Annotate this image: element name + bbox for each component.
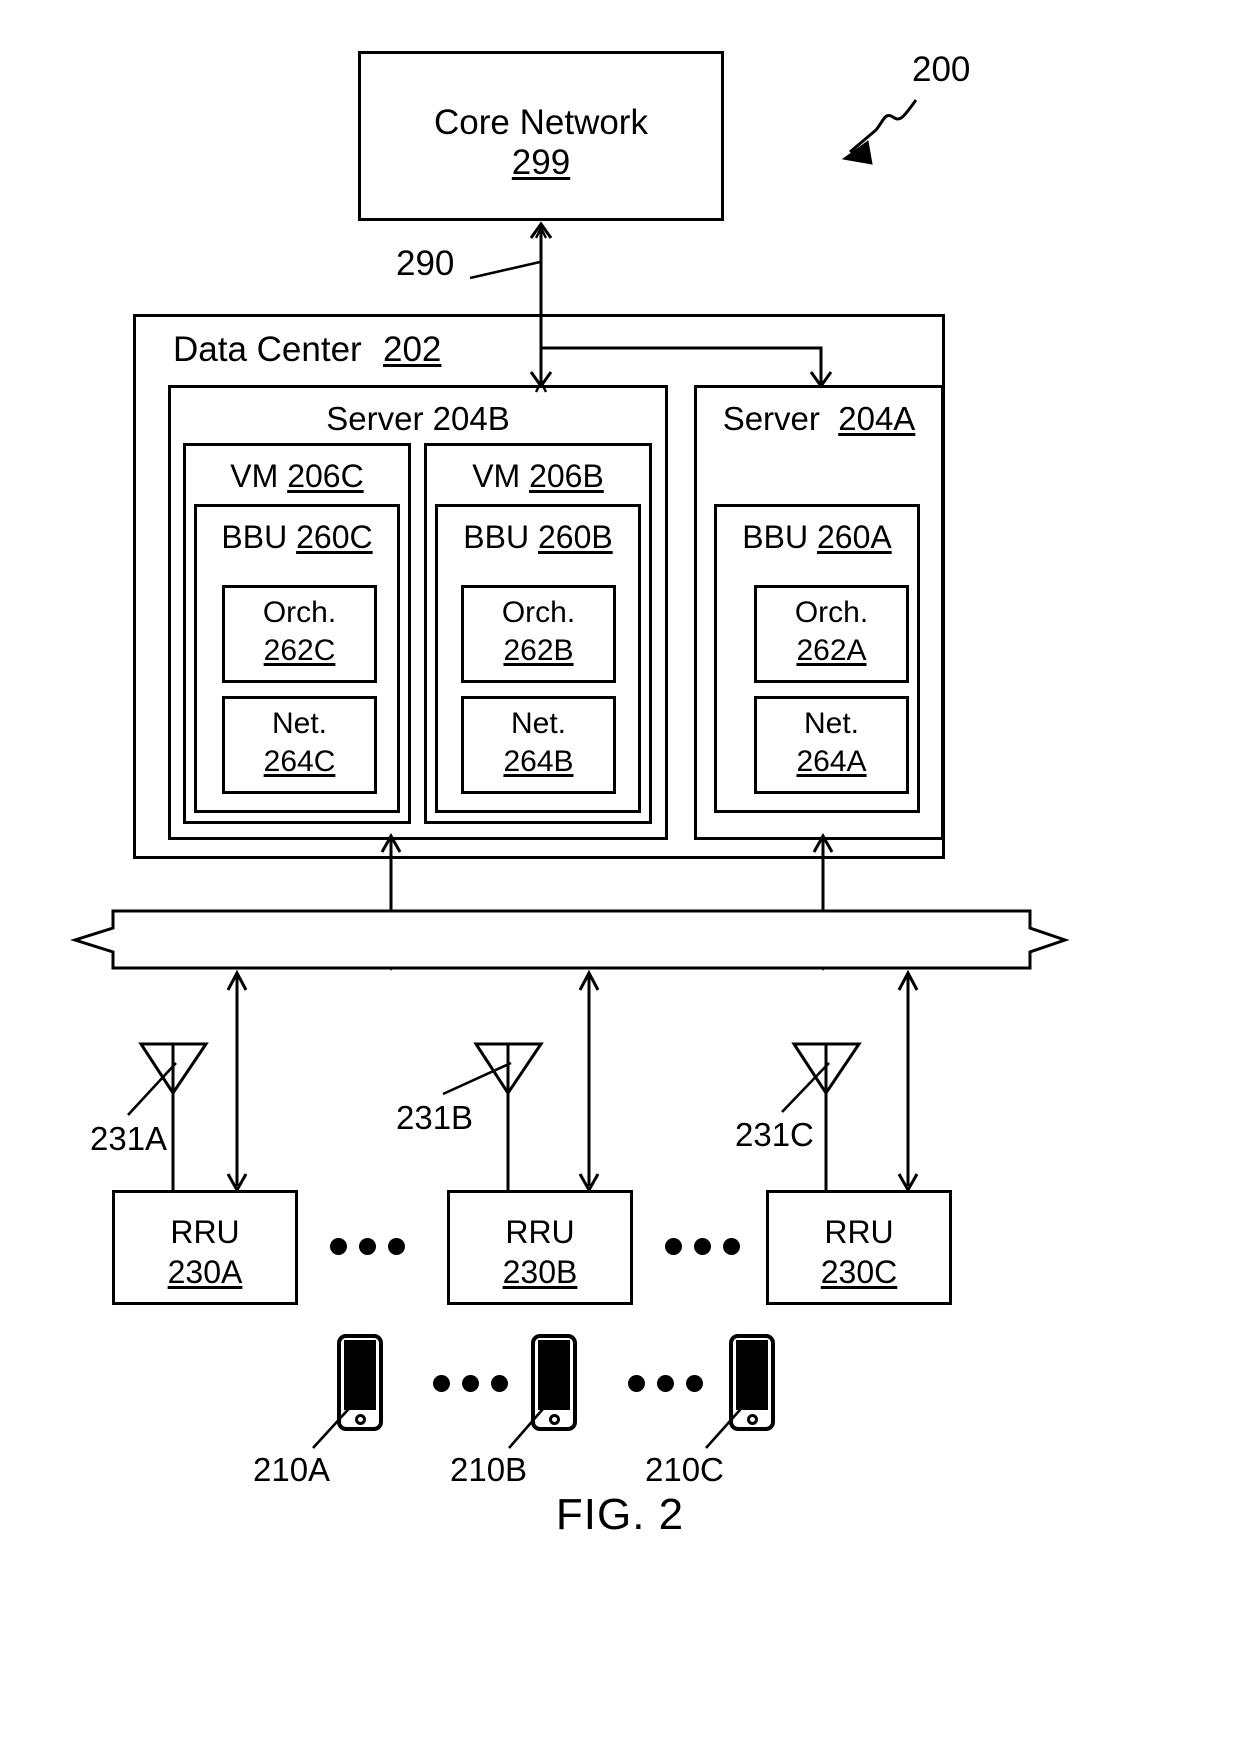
link-290-leader <box>469 260 541 280</box>
ue-ellipsis-1 <box>433 1375 508 1392</box>
ue-210c-home-button <box>747 1414 758 1425</box>
ue-210b-home-button <box>549 1414 560 1425</box>
orch-262b-ref: 262B <box>503 634 574 667</box>
net-264c-label: Net. <box>271 707 328 740</box>
bbu-260a-title: BBU 260A <box>714 519 920 556</box>
ue-ellipsis-2 <box>628 1375 703 1392</box>
server-204b-label: Server <box>326 400 424 437</box>
system-ref-200: 200 <box>912 50 971 89</box>
vm-206b-ref: 206B <box>529 458 604 494</box>
bbu-260c-label: BBU <box>221 519 288 555</box>
server-204a-ref: 204A <box>838 400 916 437</box>
orch-262a-ref: 262A <box>796 634 867 667</box>
antenna-231b-leader <box>442 1061 512 1096</box>
ue-210b-screen <box>538 1340 570 1410</box>
net-264b-ref: 264B <box>503 745 574 778</box>
ue-210c-label: 210C <box>645 1451 724 1488</box>
ue-210b-label: 210B <box>450 1451 528 1488</box>
data-center-label: Data Center <box>173 330 362 369</box>
bbu-260c-title: BBU 260C <box>194 519 400 556</box>
figure-caption: FIG. 2 <box>555 1490 685 1539</box>
system-ref-200-leader <box>849 99 918 154</box>
vm-206b-title: VM 206B <box>424 458 652 495</box>
server-204a-label: Server <box>722 400 820 437</box>
rru-ellipsis-2 <box>665 1238 740 1255</box>
figure-canvas: Core Network 299 200 290 Data Center 202… <box>0 0 1240 1742</box>
server-204b-ref: 204B <box>432 400 510 437</box>
orch-262c-ref: 262C <box>263 634 336 667</box>
bbu-260b-label: BBU <box>463 519 530 555</box>
vm-206b-label: VM <box>472 458 521 494</box>
bus-245-shape <box>70 909 1070 970</box>
rru-230c-ref: 230C <box>820 1254 898 1290</box>
server-204b-title: Server 204B <box>168 400 668 438</box>
orch-262b-label: Orch. <box>501 596 576 629</box>
rru-230b-label: RRU <box>505 1214 575 1250</box>
vm-206c-title: VM 206C <box>183 458 411 495</box>
orch-262c-label: Orch. <box>262 596 337 629</box>
server-204a-title: Server 204A <box>694 400 944 438</box>
core-network-ref: 299 <box>511 143 571 182</box>
rru-ellipsis-1 <box>330 1238 405 1255</box>
rru-230a-ref: 230A <box>167 1254 243 1290</box>
bbu-260c-ref: 260C <box>296 519 373 555</box>
bbu-260a-label: BBU <box>742 519 809 555</box>
core-network-title: Core Network <box>434 103 648 142</box>
rru-230c-label: RRU <box>824 1214 894 1250</box>
antenna-231a-label: 231A <box>90 1120 168 1157</box>
ue-210c-screen <box>736 1340 768 1410</box>
net-264c-ref: 264C <box>263 745 336 778</box>
net-264a-label: Net. <box>803 707 860 740</box>
ue-210a-screen <box>344 1340 376 1410</box>
ue-210a-home-button <box>355 1414 366 1425</box>
vm-206c-label: VM <box>230 458 279 494</box>
link-290-label: 290 <box>396 244 455 283</box>
vm-206c-ref: 206C <box>287 458 364 494</box>
rru-230b-ref: 230B <box>502 1254 578 1290</box>
orch-262a-label: Orch. <box>794 596 869 629</box>
net-264a-ref: 264A <box>796 745 867 778</box>
bbu-260b-title: BBU 260B <box>435 519 641 556</box>
net-264b-label: Net. <box>510 707 567 740</box>
bbu-260a-ref: 260A <box>816 519 892 555</box>
connector-overlay <box>70 99 1070 1449</box>
ue-210a-label: 210A <box>253 1451 331 1488</box>
bbu-260b-ref: 260B <box>537 519 613 555</box>
data-center-ref: 202 <box>383 330 442 369</box>
rru-230a-label: RRU <box>170 1214 240 1250</box>
antenna-231b-label: 231B <box>396 1099 474 1136</box>
antenna-231c-label: 231C <box>735 1116 814 1153</box>
